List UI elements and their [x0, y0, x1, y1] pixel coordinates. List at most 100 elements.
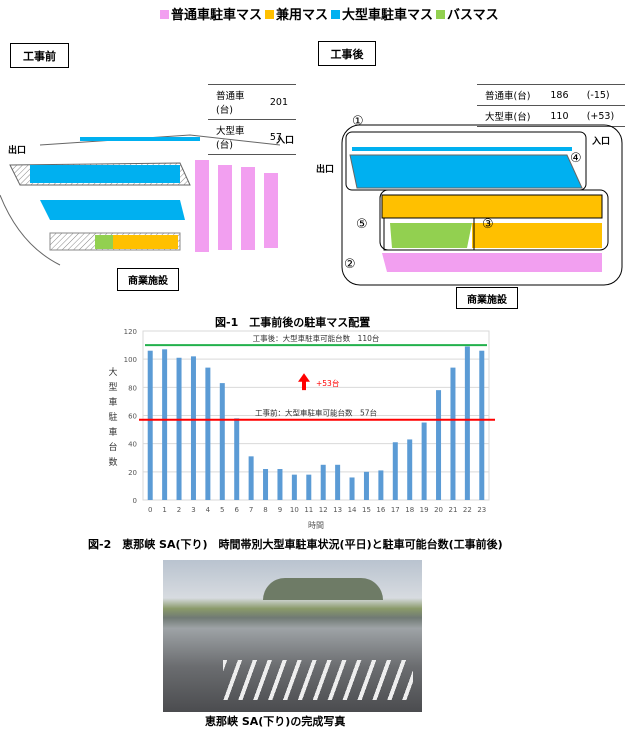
- bar-hour-2: [176, 357, 182, 500]
- large-stalls: [349, 154, 583, 189]
- bar-hour-10: [291, 474, 297, 500]
- bar-hour-18: [407, 439, 413, 500]
- x-tick-label: 8: [263, 506, 267, 514]
- completion-photo: [163, 560, 422, 712]
- after-layout-diagram: ① ② ③ ④ ⑤ 出口 入口: [316, 114, 623, 286]
- bus-stalls: [95, 235, 113, 249]
- bar-hour-19: [421, 422, 427, 500]
- y-tick-label: 120: [124, 328, 137, 336]
- x-tick-label: 12: [319, 506, 328, 514]
- increase-annotation: +53台: [316, 378, 339, 388]
- bar-hour-16: [378, 470, 384, 500]
- y-axis-label-char: 車: [108, 426, 117, 438]
- x-tick-label: 14: [348, 506, 357, 514]
- regular-stalls: [195, 160, 209, 252]
- x-tick-label: 2: [177, 506, 181, 514]
- bar-hour-3: [190, 356, 196, 500]
- x-tick-label: 3: [191, 506, 195, 514]
- x-tick-label: 15: [362, 506, 371, 514]
- cell: 普通車(台): [477, 84, 543, 106]
- x-tick-label: 13: [333, 506, 342, 514]
- shared-stalls: [381, 194, 603, 219]
- reference-line-label: 工事後：大型車駐車可能台数 110台: [253, 333, 380, 343]
- large-stalls: [40, 200, 185, 220]
- regular-stalls: [382, 253, 602, 272]
- bar-hour-15: [363, 471, 369, 500]
- large-stalls: [80, 137, 200, 141]
- x-tick-label: 10: [290, 506, 299, 514]
- x-tick-label: 22: [463, 506, 472, 514]
- y-axis-label-char: 車: [108, 396, 117, 408]
- x-tick-label: 16: [376, 506, 385, 514]
- bar-hour-8: [263, 469, 269, 500]
- bar-hour-23: [479, 350, 485, 500]
- entrance-label: 入口: [591, 136, 610, 147]
- x-tick-label: 17: [391, 506, 400, 514]
- photo-caption: 恵那峡 SA(下り)の完成写真: [205, 715, 346, 728]
- bar-hour-14: [349, 477, 355, 500]
- y-tick-label: 100: [124, 356, 137, 364]
- legend-item-shared: 兼用マス: [265, 4, 328, 23]
- entrance-label: 入口: [275, 135, 294, 146]
- bar-hour-1: [162, 349, 168, 500]
- bar-hour-7: [248, 456, 254, 500]
- y-tick-label: 40: [128, 441, 137, 449]
- legend-item-regular: 普通車駐車マス: [160, 4, 262, 23]
- x-tick-label: 1: [162, 506, 166, 514]
- exit-label: 出口: [8, 144, 26, 156]
- marker-1: ①: [352, 114, 364, 129]
- x-tick-label: 7: [249, 506, 253, 514]
- marker-4: ④: [570, 151, 582, 166]
- y-axis-label-char: 台: [108, 441, 117, 453]
- bar-hour-21: [450, 367, 456, 500]
- before-facility-label: 商業施設: [117, 268, 179, 291]
- cell: 普通車(台): [208, 84, 262, 120]
- y-axis-label-char: 数: [108, 456, 117, 468]
- bus-stalls: [390, 223, 472, 248]
- legend-item-large: 大型車駐車マス: [331, 4, 433, 23]
- y-tick-label: 0: [133, 497, 137, 505]
- cell: 201: [261, 84, 296, 120]
- x-tick-label: 20: [434, 506, 443, 514]
- marker-3: ③: [482, 217, 494, 232]
- shared-stalls: [113, 235, 178, 249]
- y-tick-label: 80: [128, 384, 137, 392]
- after-label: 工事後: [318, 41, 376, 66]
- y-tick-label: 20: [128, 469, 137, 477]
- x-tick-label: 19: [420, 506, 429, 514]
- bar-hour-13: [335, 464, 341, 500]
- bar-hour-12: [320, 464, 326, 500]
- bar-hour-0: [147, 350, 153, 500]
- figure2-caption: 図-2 恵那峡 SA(下り) 時間帯別大型車駐車状況(平日)と駐車可能台数(工事…: [88, 538, 503, 551]
- y-axis-label-char: 駐: [108, 411, 117, 423]
- bar-hour-22: [464, 346, 470, 500]
- x-tick-label: 4: [206, 506, 211, 514]
- mountain: [263, 578, 383, 600]
- x-tick-label: 5: [220, 506, 224, 514]
- reference-line-label: 工事前：大型車駐車可能台数 57台: [255, 408, 377, 418]
- x-tick-label: 0: [148, 506, 152, 514]
- legend: 普通車駐車マス 兼用マス 大型車駐車マス バスマス: [160, 4, 499, 23]
- regular-stalls: [218, 165, 232, 250]
- regular-stalls: [264, 173, 278, 248]
- y-axis-label-char: 型: [108, 382, 117, 393]
- marker-2: ②: [344, 257, 356, 272]
- marker-5: ⑤: [356, 217, 368, 232]
- y-axis-label-char: 大: [108, 366, 117, 378]
- bar-hour-20: [436, 390, 442, 500]
- x-tick-label: 23: [477, 506, 486, 514]
- x-tick-label: 18: [405, 506, 414, 514]
- legend-item-bus: バスマス: [436, 4, 499, 23]
- large-stalls: [30, 165, 180, 183]
- before-layout-diagram: 出口 入口: [0, 134, 294, 266]
- bar-hour-6: [234, 418, 240, 500]
- bar-hour-5: [219, 383, 225, 500]
- road-markings: [223, 660, 413, 700]
- bar-hour-11: [306, 474, 312, 500]
- x-tick-label: 6: [234, 506, 239, 514]
- before-label: 工事前: [10, 43, 69, 68]
- regular-stalls: [241, 167, 255, 250]
- bar-hour-17: [392, 442, 398, 500]
- x-tick-label: 11: [304, 506, 313, 514]
- exit-label: 出口: [316, 163, 334, 175]
